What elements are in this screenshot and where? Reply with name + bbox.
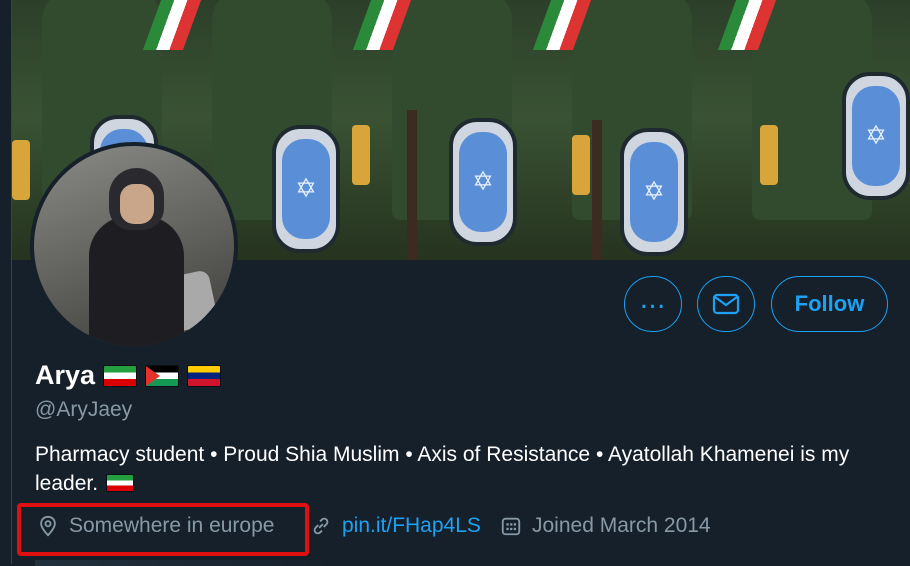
banner-rifle: [592, 120, 602, 260]
profile-joined-date: Joined March 2014: [500, 514, 711, 538]
calendar-icon: [501, 517, 521, 536]
venezuela-flag-icon: [187, 364, 222, 387]
left-column-border: [0, 0, 12, 564]
location-highlight-box: [17, 503, 309, 556]
profile-avatar[interactable]: [30, 142, 238, 350]
banner-boot: ✡: [842, 72, 910, 200]
banner-tassel: [352, 125, 370, 185]
following-row-cutoff: [35, 560, 335, 566]
follow-button-label: Follow: [794, 291, 865, 316]
banner-boot: ✡: [620, 128, 688, 256]
iran-flag-icon: [105, 474, 134, 492]
banner-boot: ✡: [449, 118, 517, 246]
banner-tassel: [572, 135, 590, 195]
link-icon: [313, 517, 329, 535]
avatar-photo: [34, 146, 234, 346]
website-link[interactable]: pin.it/FHap4LS: [342, 514, 481, 538]
profile-handle: @AryJaey: [35, 398, 133, 421]
banner-tassel: [760, 125, 778, 185]
banner-rifle: [407, 110, 417, 260]
banner-tassel: [12, 140, 30, 200]
more-options-button[interactable]: …: [624, 276, 682, 332]
bio-text: Pharmacy student • Proud Shia Muslim • A…: [35, 443, 850, 495]
message-button[interactable]: [697, 276, 755, 332]
more-dots-icon: …: [639, 285, 667, 315]
follow-button[interactable]: Follow: [771, 276, 888, 332]
palestine-flag-icon: [145, 364, 180, 387]
profile-website[interactable]: pin.it/FHap4LS: [310, 514, 481, 538]
profile-bio: Pharmacy student • Proud Shia Muslim • A…: [35, 440, 885, 498]
display-name: Arya: [35, 360, 96, 390]
joined-text: Joined March 2014: [532, 514, 711, 537]
banner-boot: ✡: [272, 125, 340, 253]
iran-flag-icon: [103, 364, 138, 387]
profile-name-row: Arya: [35, 360, 222, 391]
envelope-icon: [712, 293, 740, 315]
